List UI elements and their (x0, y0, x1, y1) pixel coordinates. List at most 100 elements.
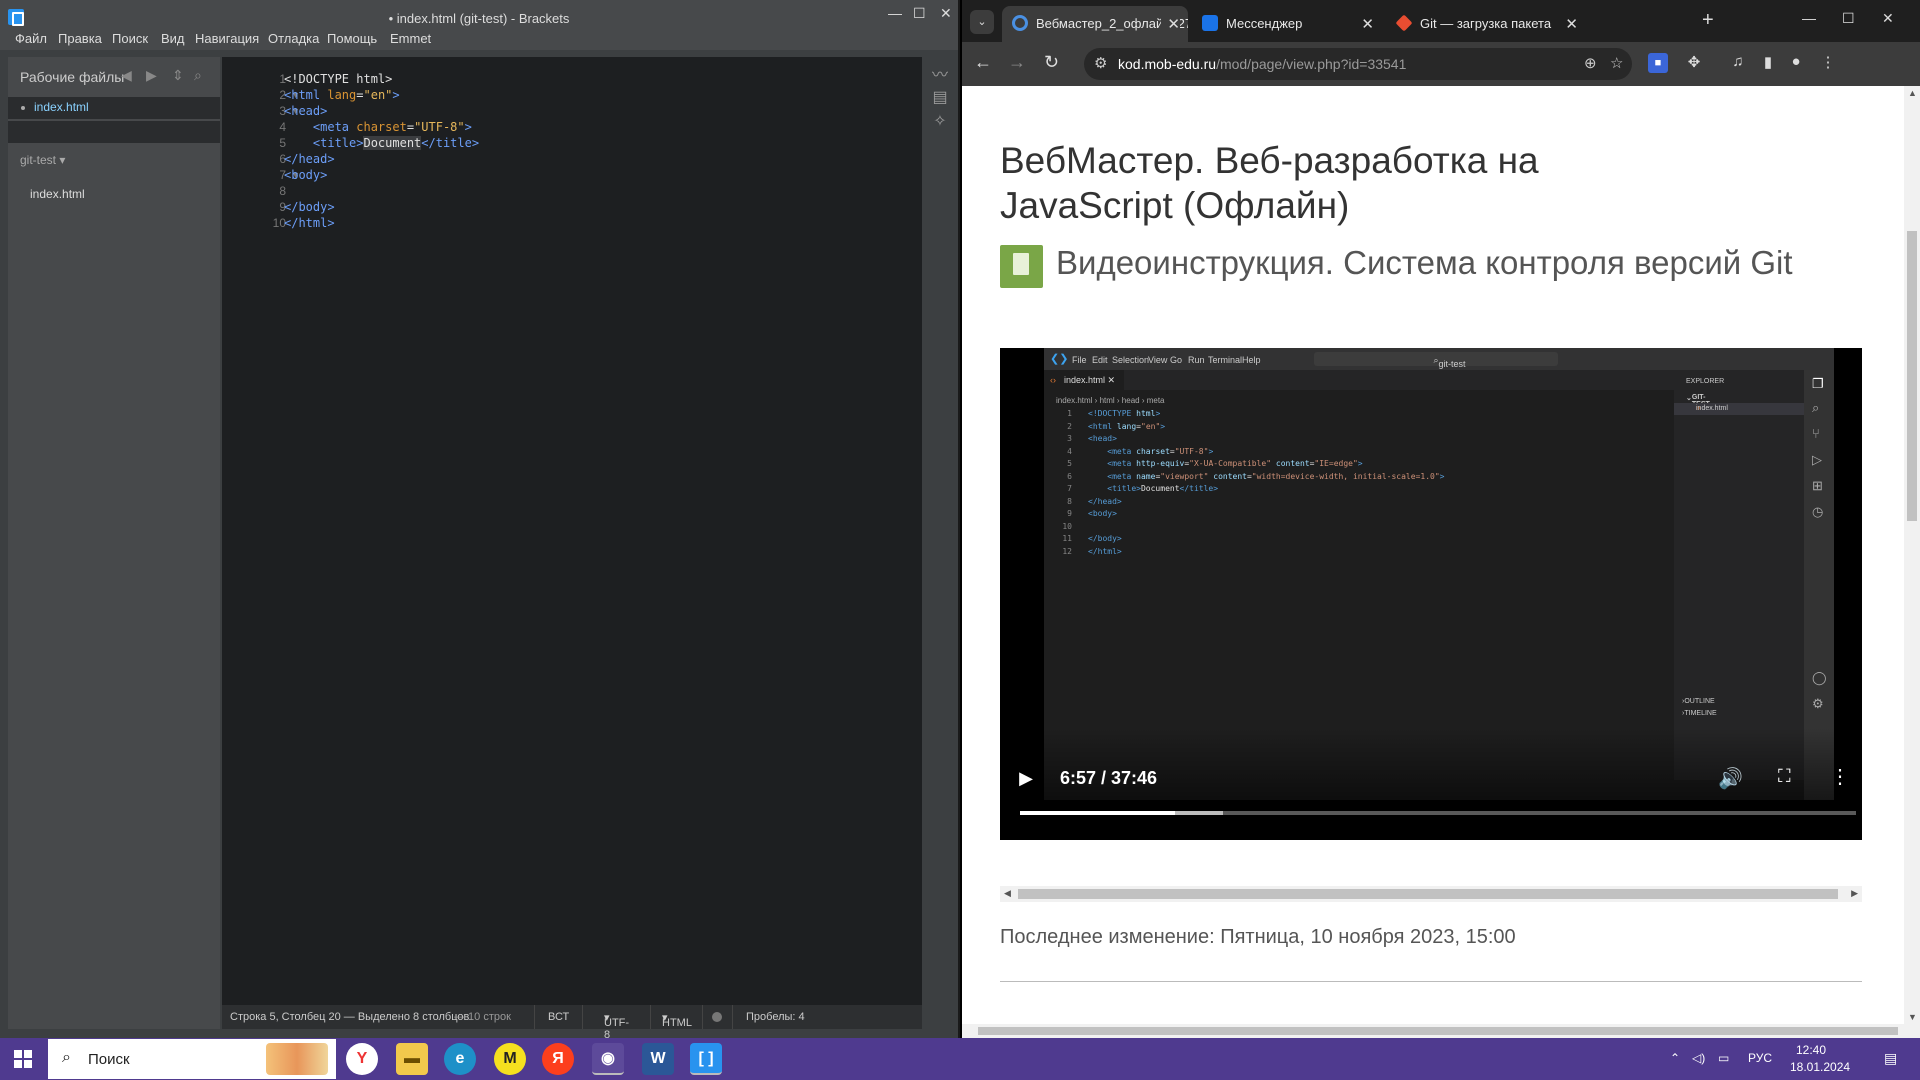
code-line[interactable]: <!DOCTYPE html> (284, 71, 479, 87)
zoom-icon[interactable]: ⊕ (1584, 54, 1597, 72)
minimize-button[interactable]: — (888, 5, 902, 21)
embed-horizontal-scrollbar[interactable]: ◀ ▶ (1000, 886, 1862, 902)
project-file-item[interactable]: index.html (30, 187, 85, 201)
tab-search-button[interactable]: ⌄ (970, 10, 994, 34)
scroll-thumb[interactable] (1018, 889, 1838, 899)
address-bar[interactable]: ⚙ kod.mob-edu.ru/mod/page/view.php?id=33… (1084, 48, 1632, 80)
scroll-right-icon[interactable]: ▶ (1851, 888, 1858, 899)
video-player[interactable]: ❮❯ File Edit Selection View Go Run Termi… (1000, 348, 1862, 840)
word-icon[interactable]: W (642, 1043, 674, 1075)
tab-close-icon[interactable]: ✕ (1361, 15, 1374, 33)
menu-debug[interactable]: Отладка (268, 31, 319, 46)
code-line[interactable]: <meta charset="UTF-8"> (284, 119, 479, 135)
fullscreen-button[interactable]: ⛶ (1778, 766, 1791, 787)
maximize-button[interactable]: ☐ (1842, 10, 1855, 27)
forward-button[interactable]: → (1008, 52, 1026, 73)
yandex-browser-icon[interactable]: Y (346, 1043, 378, 1075)
code-line[interactable]: <body> (284, 167, 479, 183)
video-progress-bar[interactable] (1020, 811, 1856, 815)
scroll-left-icon[interactable]: ◀ (1004, 888, 1011, 899)
close-button[interactable]: ✕ (940, 5, 952, 22)
play-button[interactable]: ▶ (1008, 760, 1044, 796)
profile-avatar-icon[interactable]: ● (1786, 53, 1806, 73)
vscode-explorer-title: EXPLORER (1686, 378, 1725, 385)
page-horizontal-scrollbar[interactable] (962, 1024, 1920, 1038)
extensions-puzzle-icon[interactable]: ✥ (1684, 53, 1704, 73)
working-file-item[interactable]: index.html (8, 97, 220, 119)
language-select[interactable]: HTML ▾ (662, 1011, 692, 1029)
menu-emmet[interactable]: Emmet (390, 31, 431, 46)
maximize-button[interactable]: ☐ (913, 5, 926, 22)
code-line[interactable]: </head> (284, 151, 479, 167)
menu-file[interactable]: Файл (15, 31, 47, 46)
menu-find[interactable]: Поиск (112, 31, 148, 46)
yandex-icon[interactable]: Я (542, 1043, 574, 1075)
media-control-icon[interactable]: ♫ (1728, 53, 1748, 73)
tab-close-icon[interactable]: ✕ (1161, 15, 1180, 33)
page-vertical-scrollbar[interactable]: ▲ ▼ (1904, 86, 1920, 1024)
insert-mode[interactable]: ВСТ (548, 1011, 569, 1023)
back-button[interactable]: ← (974, 52, 992, 73)
nav-forward-icon[interactable]: ▶ (146, 67, 157, 84)
tab-close-icon[interactable]: ✕ (1565, 15, 1578, 33)
yandex-market-icon[interactable]: M (494, 1043, 526, 1075)
search-icon[interactable]: ⌕ (194, 67, 202, 84)
live-preview-icon[interactable]: 〰 (930, 61, 950, 84)
code-line[interactable] (284, 183, 479, 199)
project-dropdown[interactable]: git-test ▾ (20, 153, 65, 167)
clock-date[interactable]: 18.01.2024 (1790, 1060, 1850, 1074)
file-explorer-icon[interactable]: ▬ (396, 1043, 428, 1075)
menu-edit[interactable]: Правка (58, 31, 102, 46)
notifications-icon[interactable]: ▤ (1884, 1050, 1897, 1067)
tab-git[interactable]: Git — загрузка пакета ✕ (1386, 6, 1586, 42)
linter-status-icon[interactable] (712, 1012, 722, 1022)
menu-help[interactable]: Помощь (327, 31, 377, 46)
url-path: /mod/page/view.php?id=33541 (1216, 56, 1407, 72)
vscode-tab: ‹› index.html ✕ (1044, 370, 1124, 390)
code-line[interactable]: <html lang="en"> (284, 87, 479, 103)
bookmark-star-icon[interactable]: ☆ (1610, 54, 1623, 72)
volume-icon[interactable]: ◁) (1692, 1051, 1705, 1065)
project-name: git-test (20, 153, 57, 167)
minimize-button[interactable]: — (1802, 10, 1816, 26)
scroll-up-icon[interactable]: ▲ (1908, 88, 1917, 98)
nav-back-icon[interactable]: ◀ (121, 67, 132, 84)
tab-messenger[interactable]: Мессенджер ✕ (1192, 6, 1382, 42)
tray-expand-icon[interactable]: ⌃ (1670, 1051, 1680, 1065)
code-editor[interactable]: 1 2 ▼ 3 ▼ 4 5 6 7 ▼ 8 9 10 <!DOCTYPE html> <html lang… (222, 57, 922, 1005)
network-icon[interactable]: ▭ (1718, 1051, 1729, 1065)
taskbar-search[interactable]: ⌕ Поиск (48, 1039, 336, 1079)
reload-button[interactable]: ↻ (1044, 52, 1059, 73)
scroll-thumb[interactable] (978, 1027, 1898, 1035)
language-indicator[interactable]: РУС (1748, 1051, 1772, 1065)
encoding-select[interactable]: UTF-8 ▾ (604, 1011, 629, 1041)
volume-button[interactable]: 🔊 (1718, 766, 1743, 791)
video-more-button[interactable]: ⋮ (1830, 764, 1850, 789)
side-panel-icon[interactable]: ▮ (1758, 53, 1778, 73)
extensions-icon: ⊞ (1812, 478, 1823, 493)
brackets-taskbar-icon[interactable]: [ ] (690, 1043, 722, 1075)
new-tab-button[interactable]: + (1702, 9, 1714, 32)
clock-time[interactable]: 12:40 (1796, 1043, 1826, 1057)
code-content[interactable]: <!DOCTYPE html> <html lang="en"> <head> <m… (284, 71, 479, 231)
code-line[interactable]: <title>Document</title> (284, 135, 479, 151)
extension-manager-icon[interactable]: ▤ (930, 87, 950, 107)
chrome-taskbar-icon[interactable]: ◉ (592, 1043, 624, 1075)
magic-wand-icon[interactable]: ✧ (930, 111, 950, 131)
menu-navigate[interactable]: Навигация (195, 31, 259, 46)
edge-icon[interactable]: e (444, 1043, 476, 1075)
more-menu-icon[interactable]: ⋮ (1818, 53, 1838, 73)
code-line[interactable]: </html> (284, 215, 479, 231)
site-info-icon[interactable]: ⚙ (1094, 54, 1107, 72)
indent-spaces[interactable]: Пробелы: 4 (746, 1011, 805, 1023)
scroll-thumb[interactable] (1907, 231, 1917, 521)
close-button[interactable]: ✕ (1882, 10, 1894, 27)
split-view-icon[interactable]: ⇕ (172, 67, 184, 84)
scroll-down-icon[interactable]: ▼ (1908, 1012, 1917, 1022)
tab-course[interactable]: Вебмастер_2_офлайн_27376 ✕ (1002, 6, 1188, 42)
extension-icon[interactable]: ■ (1648, 53, 1668, 73)
windows-start-icon[interactable] (14, 1050, 32, 1068)
menu-view[interactable]: Вид (161, 31, 185, 46)
code-line[interactable]: </body> (284, 199, 479, 215)
code-line[interactable]: <head> (284, 103, 479, 119)
